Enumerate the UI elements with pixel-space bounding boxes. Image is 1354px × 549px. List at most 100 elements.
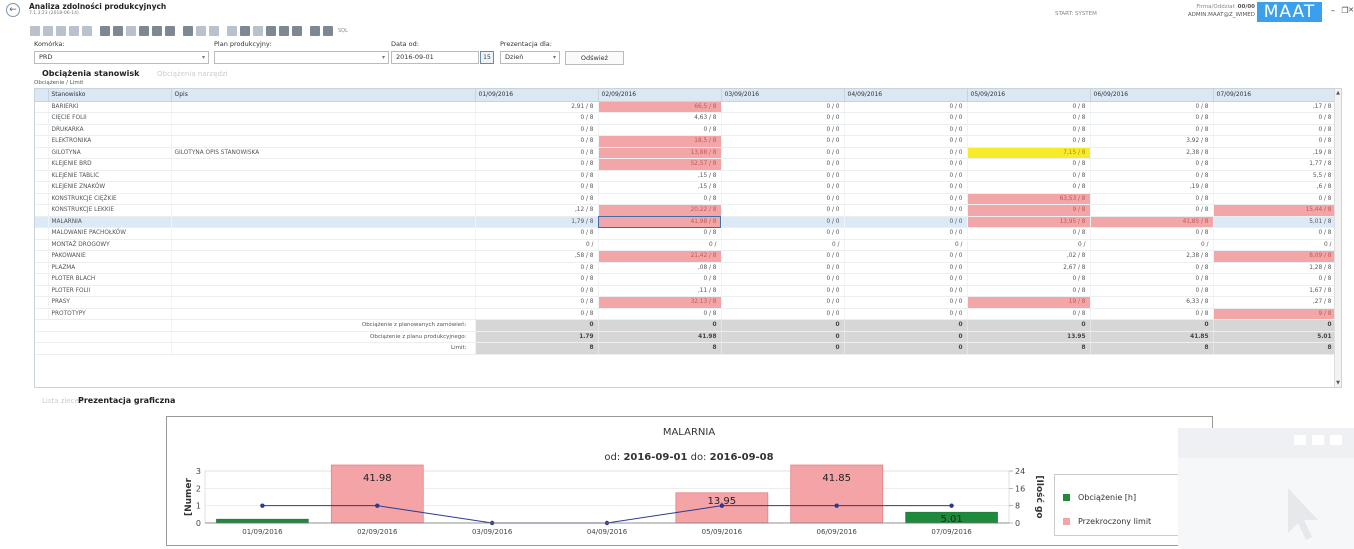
load-cell[interactable]: 0 / 8 <box>598 227 722 240</box>
load-cell[interactable]: 0 / 0 <box>844 250 968 263</box>
save-icon[interactable] <box>30 26 40 36</box>
frame-icon[interactable] <box>279 26 289 36</box>
scroll-down-icon[interactable]: ▼ <box>1336 380 1340 386</box>
table-row[interactable]: PLAZMA 0 / 8,08 / 80 / 00 / 0 2,67 / 80 / … <box>35 262 1337 274</box>
move-bottom-icon[interactable] <box>165 26 175 36</box>
load-cell[interactable]: 0 / 8 <box>475 135 599 148</box>
load-cell[interactable]: 0 / 0 <box>844 124 968 136</box>
load-cell[interactable]: 0 / 8 <box>1090 273 1214 286</box>
workstation-name[interactable]: MONTAŻ DROGOWY <box>48 239 172 251</box>
scroll-up-icon[interactable]: ▲ <box>1336 90 1340 96</box>
load-cell[interactable]: 0 / 8 <box>475 124 599 136</box>
load-cell[interactable]: 0 / 0 <box>721 158 845 171</box>
workstation-name[interactable]: PLAZMA <box>48 262 172 274</box>
row-selector[interactable] <box>35 239 49 251</box>
load-cell[interactable]: 2,38 / 8 <box>1090 147 1214 159</box>
load-cell[interactable]: 0 / <box>844 239 968 251</box>
workstation-description[interactable] <box>171 158 476 171</box>
load-cell[interactable]: 0 / 0 <box>721 296 845 309</box>
row-selector[interactable] <box>35 124 49 136</box>
table-row[interactable]: ELEKTRONIKA 0 / 8 18,5 / 80 / 00 / 00 / 83… <box>35 135 1337 148</box>
workstation-name[interactable]: PAKOWANIE <box>48 250 172 263</box>
load-cell[interactable]: 0 / 8 <box>475 227 599 240</box>
load-cell[interactable]: 13,88 / 8 <box>598 147 722 159</box>
load-cell[interactable]: 5,5 / 8 <box>1213 170 1337 182</box>
workstation-description[interactable] <box>171 112 476 125</box>
workstation-description[interactable] <box>171 262 476 274</box>
column-header[interactable]: 04/09/2016 <box>844 89 968 102</box>
row-selector[interactable] <box>35 135 49 148</box>
load-cell[interactable]: 0 / 8 <box>967 181 1091 194</box>
table-row[interactable]: KONSTRUKCJE CIĘŻKIE 0 / 80 / 80 / 00 / 06… <box>35 193 1337 205</box>
plan-select[interactable]: ▾ <box>214 51 389 64</box>
row-selector[interactable] <box>35 112 49 125</box>
load-cell[interactable]: 0 / 8 <box>967 135 1091 148</box>
load-cell[interactable]: 0 / <box>721 239 845 251</box>
load-cell[interactable]: 0 / 0 <box>721 193 845 205</box>
load-cell[interactable]: 0 / 0 <box>844 296 968 309</box>
load-cell[interactable]: ,58 / 8 <box>475 250 599 263</box>
load-cell[interactable]: 0 / 0 <box>844 112 968 125</box>
load-cell[interactable]: 0 / 8 <box>475 193 599 205</box>
workstation-description[interactable] <box>171 227 476 240</box>
load-cell[interactable]: 0 / 0 <box>844 273 968 286</box>
find-icon[interactable] <box>100 26 110 36</box>
workstation-description[interactable] <box>171 296 476 309</box>
row-selector[interactable] <box>35 250 49 263</box>
paste-icon[interactable] <box>69 26 79 36</box>
load-cell[interactable]: 0 / 8 <box>1213 124 1337 136</box>
row-selector[interactable] <box>35 285 49 297</box>
load-cell[interactable]: 0 / 8 <box>1090 170 1214 182</box>
load-cell[interactable]: 0 / 0 <box>844 204 968 217</box>
load-cell[interactable]: 1,28 / 8 <box>1213 262 1337 274</box>
column-header[interactable]: 03/09/2016 <box>721 89 845 102</box>
load-cell[interactable]: 0 / 8 <box>1213 135 1337 148</box>
load-cell[interactable]: ,12 / 8 <box>475 204 599 217</box>
load-cell[interactable]: 0 / 8 <box>475 273 599 286</box>
workstation-description[interactable] <box>171 204 476 217</box>
column-header[interactable]: Opis <box>171 89 476 102</box>
load-cell[interactable]: 52,57 / 8 <box>598 158 722 171</box>
load-cell[interactable]: 0 / 0 <box>844 262 968 274</box>
load-cell[interactable]: 2,91 / 8 <box>475 101 599 113</box>
load-cell[interactable]: 3,92 / 8 <box>1090 135 1214 148</box>
row-selector[interactable] <box>35 170 49 182</box>
column-header[interactable]: 05/09/2016 <box>967 89 1091 102</box>
table-row[interactable]: PRASY 0 / 8 32,13 / 80 / 00 / 0 19 / 8 6,33 … <box>35 296 1337 309</box>
load-cell[interactable]: 0 / 8 <box>1090 227 1214 240</box>
row-selector[interactable] <box>35 147 49 159</box>
load-cell[interactable]: 13,95 / 8 <box>967 216 1091 228</box>
load-cell[interactable]: 0 / 8 <box>967 308 1091 320</box>
load-cell[interactable]: 0 / 8 <box>598 124 722 136</box>
load-cell[interactable]: 0 / 0 <box>844 158 968 171</box>
load-cell[interactable]: ,11 / 8 <box>598 285 722 297</box>
load-cell[interactable]: 21,42 / 8 <box>598 250 722 263</box>
column-header[interactable]: 07/09/2016 <box>1213 89 1337 102</box>
table-row[interactable]: KONSTRUKCJE LEKKIE ,12 / 8 20,22 / 80 / 00… <box>35 204 1337 217</box>
load-cell[interactable]: 0 / 0 <box>721 135 845 148</box>
load-cell[interactable]: 0 / 0 <box>721 147 845 159</box>
workstation-name[interactable]: MALOWANIE PACHOŁKÓW <box>48 227 172 240</box>
calendar-icon[interactable]: 15 <box>480 51 494 64</box>
row-selector[interactable] <box>35 273 49 286</box>
load-cell[interactable]: 0 / 0 <box>721 273 845 286</box>
load-cell[interactable]: 0 / 0 <box>721 170 845 182</box>
table-row[interactable]: BARIERKI 2,91 / 8 66,5 / 80 / 00 / 00 / 80… <box>35 101 1337 113</box>
load-cell[interactable]: 0 / 8 <box>967 285 1091 297</box>
workstation-description[interactable] <box>171 250 476 263</box>
load-cell[interactable]: 0 / 8 <box>1213 193 1337 205</box>
load-cell[interactable]: 0 / 8 <box>1090 112 1214 125</box>
load-cell[interactable]: 0 / 8 <box>967 273 1091 286</box>
load-cell[interactable]: 0 / 8 <box>967 170 1091 182</box>
table-row[interactable]: PLOTER BLACH 0 / 80 / 80 / 00 / 00 / 80 /… <box>35 273 1337 286</box>
load-cell[interactable]: 0 / 8 <box>475 181 599 194</box>
workstation-description[interactable] <box>171 181 476 194</box>
refresh-button[interactable]: Odśwież <box>565 51 624 65</box>
row-selector[interactable] <box>35 262 49 274</box>
form-icon[interactable] <box>240 26 250 36</box>
load-cell[interactable]: 0 / <box>1213 239 1337 251</box>
workstation-description[interactable] <box>171 135 476 148</box>
komorka-select[interactable]: PRD ▾ <box>34 51 209 64</box>
load-cell[interactable]: 0 / 0 <box>721 285 845 297</box>
workstation-name[interactable]: PLOTER BLACH <box>48 273 172 286</box>
